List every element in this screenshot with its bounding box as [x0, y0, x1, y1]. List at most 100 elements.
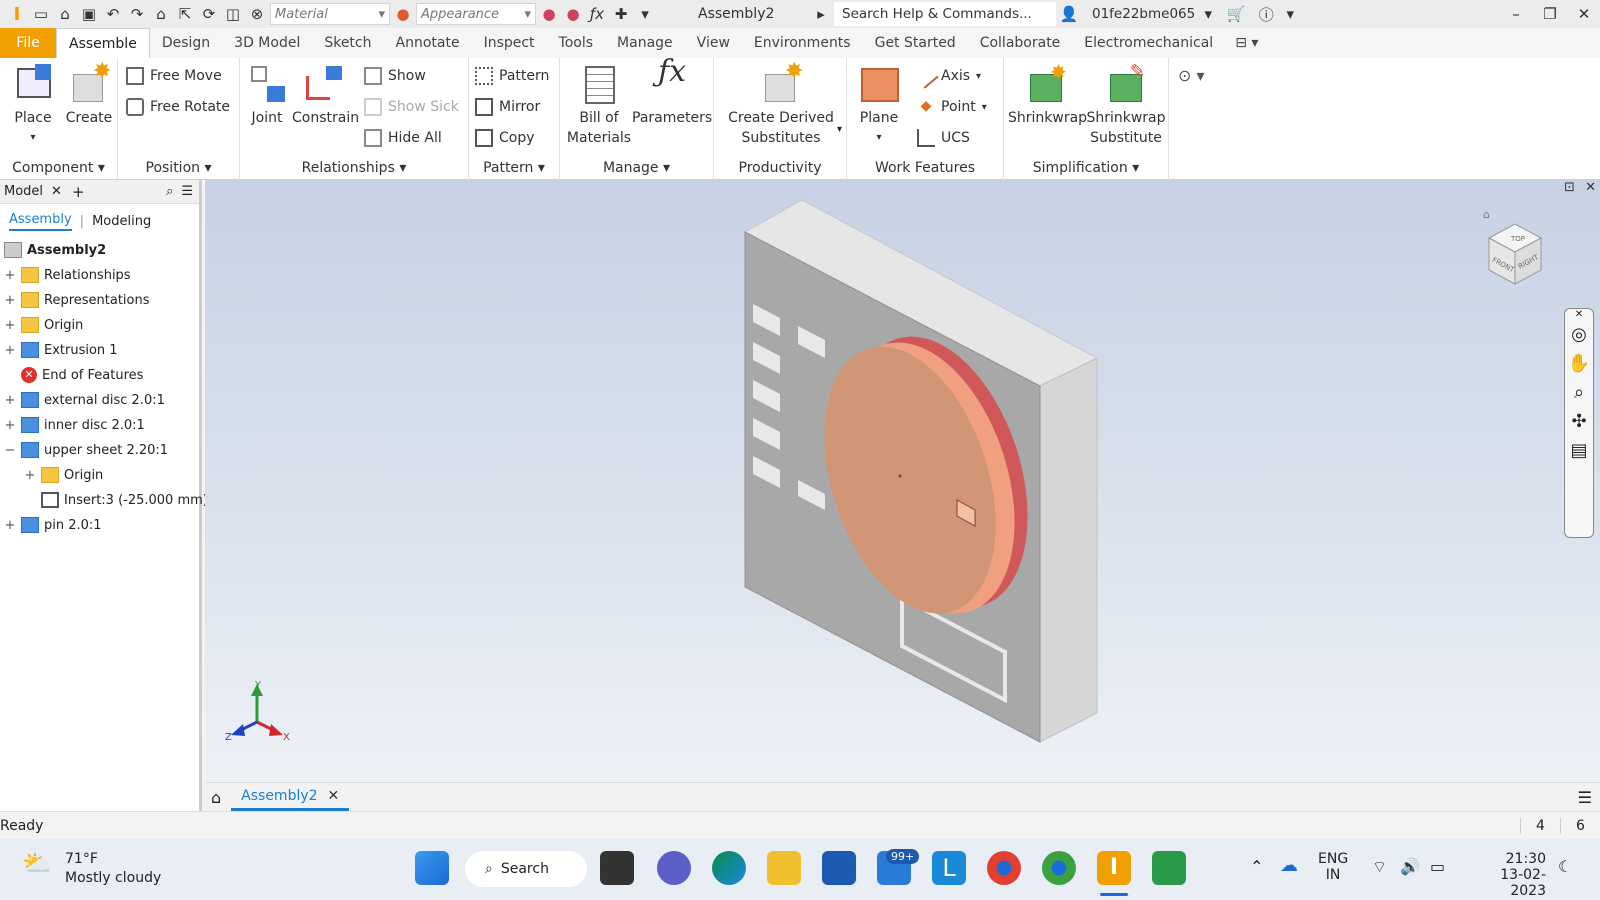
maximize-view-icon[interactable]: ⊡ — [1564, 180, 1575, 195]
tab-electromechanical[interactable]: Electromechanical — [1072, 28, 1225, 58]
chat-icon[interactable] — [657, 851, 691, 885]
tab-get-started[interactable]: Get Started — [863, 28, 968, 58]
chrome-icon[interactable] — [987, 851, 1021, 885]
chevron-up-icon[interactable]: ⌃ — [1250, 857, 1263, 876]
plane-button[interactable]: Plane ▾ — [855, 62, 903, 148]
tab-environments[interactable]: Environments — [742, 28, 863, 58]
doc-tab-assembly2[interactable]: Assembly2 ✕ — [231, 783, 350, 811]
tab-modeling[interactable]: Modeling — [92, 214, 151, 229]
close-navbar-icon[interactable]: ✕ — [1565, 309, 1593, 320]
tree-node-relationships[interactable]: + Relationships — [4, 263, 131, 287]
open-icon[interactable]: ⌂ — [54, 3, 76, 25]
create-button[interactable]: ✸ Create — [64, 61, 114, 128]
tab-annotate[interactable]: Annotate — [384, 28, 472, 58]
inventor-taskbar-icon[interactable]: I — [1097, 851, 1131, 885]
new-icon[interactable]: ▭ — [30, 3, 52, 25]
tab-file[interactable]: File — [0, 28, 56, 58]
taskbar-search-button[interactable]: ⌕ Search — [465, 851, 587, 887]
expand-icon[interactable]: + — [4, 268, 16, 283]
tab-design[interactable]: Design — [150, 28, 222, 58]
expand-icon[interactable]: + — [24, 468, 36, 483]
inventor-logo-icon[interactable]: I — [6, 3, 28, 25]
home-icon[interactable]: ⌂ — [211, 788, 221, 807]
update-icon[interactable]: ⟳ — [198, 3, 220, 25]
hide-all-button[interactable]: Hide All — [364, 125, 442, 151]
tab-assembly[interactable]: Assembly — [9, 212, 72, 231]
tree-node-pin[interactable]: + pin 2.0:1 — [4, 513, 102, 537]
redo-icon[interactable]: ↷ — [126, 3, 148, 25]
show-sick-button[interactable]: Show Sick — [364, 94, 459, 120]
tree-node-external-disc[interactable]: + external disc 2.0:1 — [4, 388, 165, 412]
home-view-icon[interactable]: ⌂ — [1483, 208, 1490, 221]
steering-wheel-icon[interactable]: ◎ — [1565, 324, 1593, 345]
menu-icon[interactable]: ☰ — [1578, 788, 1592, 807]
create-derived-substitutes-button[interactable]: ✸ Create Derived Substitutes — [728, 61, 834, 148]
restore-icon[interactable]: ❐ — [1534, 5, 1566, 23]
task-view-icon[interactable] — [600, 851, 634, 885]
joint-button[interactable]: Joint — [244, 62, 290, 128]
expand-icon[interactable]: + — [4, 293, 16, 308]
tree-node-inner-disc[interactable]: + inner disc 2.0:1 — [4, 413, 145, 437]
axis-button[interactable]: Axis ▾ — [913, 63, 981, 89]
mirror-button[interactable]: Mirror — [475, 94, 540, 120]
copy-button[interactable]: Copy — [475, 125, 535, 151]
expand-icon[interactable]: + — [4, 393, 16, 408]
shrinkwrap-button[interactable]: ✸ Shrinkwrap — [1008, 62, 1087, 128]
chrome-profile-icon[interactable] — [1042, 851, 1076, 885]
adjust-icon[interactable]: ● — [538, 3, 560, 25]
tree-node-origin[interactable]: + Origin — [4, 313, 83, 337]
pan-icon[interactable]: ✋ — [1565, 353, 1593, 374]
show-button[interactable]: Show — [364, 63, 426, 89]
close-icon[interactable]: ✕ — [1568, 5, 1600, 23]
tree-root[interactable]: Assembly2 — [4, 238, 106, 262]
close-icon[interactable]: ✕ — [328, 788, 340, 804]
weather-icon[interactable]: ⛅ — [22, 849, 52, 877]
appearance-combo[interactable]: Appearance ▾ — [416, 3, 536, 25]
manage-group-label[interactable]: Manage ▾ — [560, 160, 713, 176]
search-icon[interactable]: ⌕ — [166, 184, 173, 199]
tab-tools[interactable]: Tools — [547, 28, 606, 58]
home-icon[interactable]: ⌂ — [150, 3, 172, 25]
battery-icon[interactable]: ▭ — [1430, 857, 1445, 876]
expand-icon[interactable]: + — [4, 518, 16, 533]
position-group-label[interactable]: Position ▾ — [118, 160, 239, 176]
minimize-icon[interactable]: – — [1500, 5, 1532, 23]
tree-node-extrusion[interactable]: + Extrusion 1 — [4, 338, 118, 362]
wifi-icon[interactable]: ⌔ — [1372, 857, 1387, 877]
simplification-group-label[interactable]: Simplification ▾ — [1004, 160, 1168, 176]
expand-icon[interactable]: + — [4, 343, 16, 358]
tab-collaborate[interactable]: Collaborate — [968, 28, 1073, 58]
user-icon[interactable]: 👤 — [1058, 3, 1080, 25]
select-icon[interactable]: ⇱ — [174, 3, 196, 25]
tab-assemble[interactable]: Assemble — [56, 28, 150, 58]
zoom-icon[interactable]: ⌕ — [1565, 382, 1593, 403]
clock[interactable]: 21:30 13-02-2023 — [1470, 851, 1546, 899]
material-combo[interactable]: Material ▾ — [270, 3, 390, 25]
tree-node-upper-sheet-origin[interactable]: + Origin — [24, 463, 103, 487]
ucs-button[interactable]: UCS — [917, 125, 970, 151]
plus-icon[interactable]: ✚ — [610, 3, 632, 25]
help-search-input[interactable]: Search Help & Commands... — [834, 2, 1056, 26]
expand-icon[interactable]: + — [4, 418, 16, 433]
chevron-down-icon[interactable]: ▾ — [837, 124, 842, 135]
close-icon[interactable]: ✕ — [51, 184, 62, 199]
cart-icon[interactable]: 🛒 — [1225, 3, 1247, 25]
place-button[interactable]: Place ▾ — [8, 62, 58, 148]
menu-icon[interactable]: ☰ — [181, 184, 193, 199]
user-name[interactable]: 01fe22bme065 — [1092, 6, 1195, 22]
save-icon[interactable]: ▣ — [78, 3, 100, 25]
pattern-button[interactable]: Pattern — [475, 63, 549, 89]
customize-icon[interactable]: ▾ — [634, 3, 656, 25]
options-icon[interactable]: ⊙ ▾ — [1178, 66, 1205, 85]
notifications-icon[interactable]: ☾ — [1558, 857, 1572, 876]
point-button[interactable]: ◆ Point ▾ — [917, 94, 987, 120]
collapse-icon[interactable]: − — [4, 443, 16, 458]
download-app-icon[interactable] — [1152, 851, 1186, 885]
store-icon[interactable] — [822, 851, 856, 885]
look-at-icon[interactable]: ▤ — [1565, 440, 1593, 461]
relationships-group-label[interactable]: Relationships ▾ — [240, 160, 468, 176]
graphics-viewport[interactable]: Y X Z ⌂ TOP FRONT RIGHT ⊡ ✕ ✕ ◎ ✋ ⌕ ✣ ▤ — [205, 180, 1600, 782]
volume-icon[interactable]: 🔊 — [1400, 857, 1420, 876]
tab-inspect[interactable]: Inspect — [472, 28, 547, 58]
tab-sketch[interactable]: Sketch — [312, 28, 383, 58]
